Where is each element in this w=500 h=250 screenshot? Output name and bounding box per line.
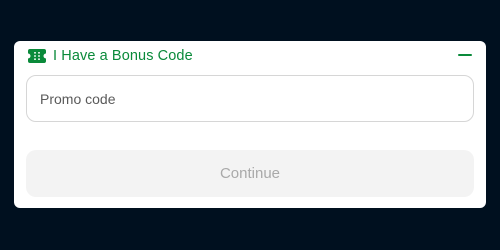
minus-icon[interactable] (458, 54, 472, 56)
continue-button[interactable]: Continue (26, 150, 474, 197)
promo-code-input[interactable] (26, 75, 474, 122)
bonus-code-title: I Have a Bonus Code (53, 48, 193, 64)
ticket-icon (28, 49, 46, 63)
bonus-code-card: I Have a Bonus Code Continue (14, 41, 486, 208)
bonus-code-header[interactable]: I Have a Bonus Code (28, 48, 472, 64)
